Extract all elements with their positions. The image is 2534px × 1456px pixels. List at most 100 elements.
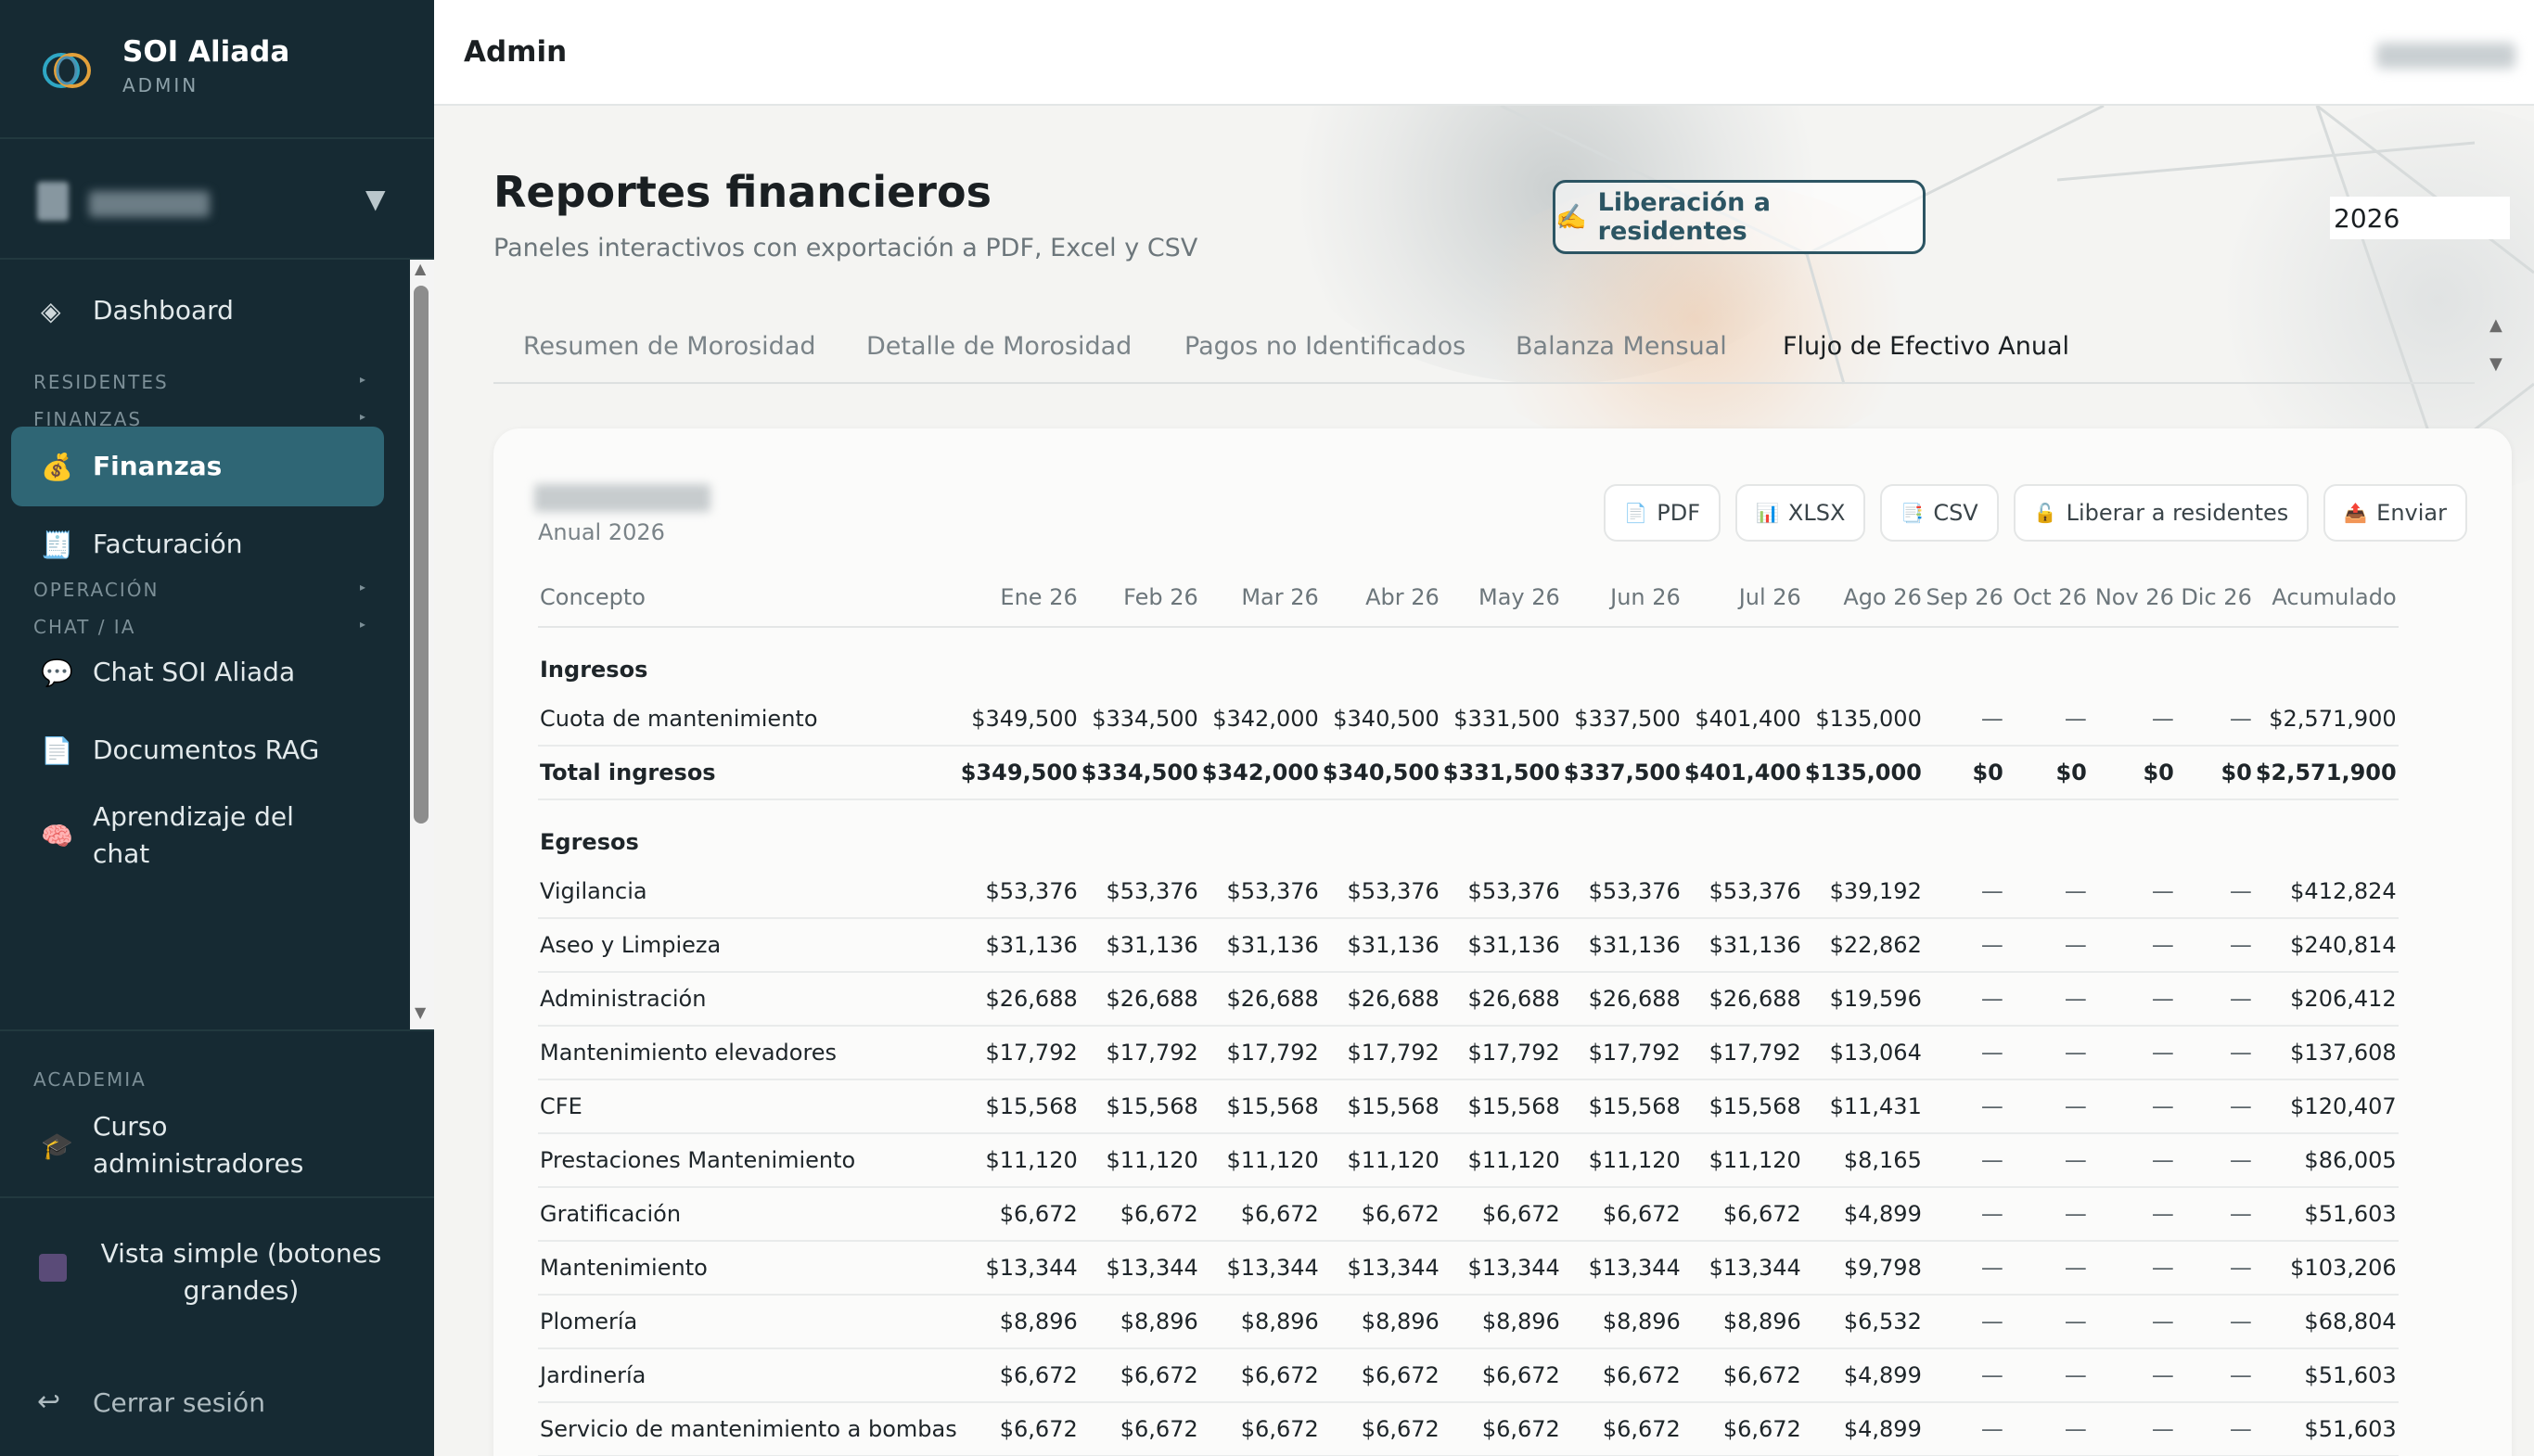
column-header[interactable]: Ene 26 [958, 568, 1080, 628]
sidebar-item-documentos-rag[interactable]: 📄 Documentos RAG [11, 710, 384, 790]
column-header[interactable]: May 26 [1440, 568, 1562, 628]
column-header[interactable]: Abr 26 [1320, 568, 1441, 628]
section-header-row: Ingresos [538, 627, 2399, 692]
table-cell: $31,136 [1079, 918, 1200, 973]
sidebar-item-chat-soi-aliada[interactable]: 💬 Chat SOI Aliada [11, 632, 384, 712]
table-cell: $26,688 [1440, 972, 1562, 1027]
export-csv-button[interactable]: 📑 CSV [1880, 484, 1999, 542]
tab-resumen-de-morosidad[interactable]: Resumen de Morosidad [523, 332, 816, 361]
table-cell: $8,896 [1199, 1295, 1321, 1349]
scroll-down-icon[interactable]: ▼ [2489, 354, 2502, 374]
table-row: CFE $15,568 $15,568 $15,568 $15,568 $15,568 $1… [538, 1079, 2399, 1134]
scroll-down-icon[interactable]: ▼ [415, 1003, 426, 1021]
graduation-cap-icon: 🎓 [41, 1130, 73, 1161]
column-header[interactable]: Jul 26 [1682, 568, 1803, 628]
table-cell: — [2088, 1079, 2176, 1134]
export-button-label: PDF [1657, 500, 1700, 526]
table-cell: $342,000 [1199, 692, 1321, 747]
table-cell: $26,688 [1079, 972, 1200, 1027]
sidebar-item-facturacion[interactable]: 🧾 Facturación [11, 504, 384, 584]
chat-bubble-icon: 💬 [41, 657, 73, 688]
table-cell: $4,899 [1802, 1348, 1924, 1403]
table-cell: — [1923, 692, 2005, 747]
table-cell: $15,568 [1320, 1079, 1441, 1134]
table-cell: — [2175, 1295, 2254, 1349]
export-liberar-a-residentes-button[interactable]: 🔓 Liberar a residentes [2013, 484, 2310, 542]
column-header[interactable]: Nov 26 [2088, 568, 2176, 628]
table-cell: $13,344 [1682, 1241, 1803, 1296]
sidebar-item-dashboard[interactable]: ◈ Dashboard [11, 271, 384, 351]
scroll-up-icon[interactable]: ▲ [2489, 315, 2502, 335]
table-cell: — [2004, 972, 2089, 1027]
table-cell: $240,814 [2253, 918, 2399, 973]
table-cell: $334,500 [1079, 692, 1200, 747]
row-concept: Jardinería [538, 1348, 959, 1403]
table-cell: $8,896 [1440, 1295, 1562, 1349]
tab-flujo-de-efectivo-anual[interactable]: Flujo de Efectivo Anual [1783, 332, 2069, 361]
table-cell: $0 [2175, 745, 2254, 800]
topbar-user-redacted[interactable] [2376, 43, 2515, 69]
table-cell: $2,571,900 [2253, 745, 2399, 800]
tab-detalle-de-morosidad[interactable]: Detalle de Morosidad [866, 332, 1132, 361]
column-header[interactable]: Sep 26 [1923, 568, 2005, 628]
table-cell: $6,672 [1079, 1187, 1200, 1242]
tab-pagos-no-identificados[interactable]: Pagos no Identificados [1184, 332, 1465, 361]
caret-down-icon[interactable]: ▼ [365, 184, 386, 214]
nav-section-residentes[interactable]: RESIDENTES ▸ [33, 371, 367, 393]
sidebar-scrollbar[interactable]: ▲ ▼ [410, 260, 434, 1029]
sidebar-item-curso-administradores[interactable]: 🎓 Curso administradores [11, 1105, 384, 1185]
column-header[interactable]: Oct 26 [2004, 568, 2089, 628]
column-header[interactable]: Jun 26 [1561, 568, 1683, 628]
nav-section-operacion[interactable]: OPERACIÓN ▸ [33, 579, 367, 601]
table-cell: $17,792 [1561, 1026, 1683, 1080]
sidebar-item-finanzas[interactable]: 💰 Finanzas [11, 427, 384, 506]
table-cell: $0 [2004, 745, 2089, 800]
simple-view-button[interactable]: Vista simple (botones grandes) [0, 1196, 434, 1335]
table-cell: $31,136 [1320, 918, 1441, 973]
table-row: Gratificación $6,672 $6,672 $6,672 $6,672 $6,… [538, 1187, 2399, 1242]
table-cell: — [1923, 1241, 2005, 1296]
table-cell: — [2175, 972, 2254, 1027]
export-pdf-button[interactable]: 📄 PDF [1604, 484, 1721, 542]
table-cell: $6,672 [1440, 1402, 1562, 1456]
table-cell: $401,400 [1682, 692, 1803, 747]
tabs-scroll[interactable]: ▲ ▼ [2482, 312, 2515, 386]
table-cell: — [2175, 1133, 2254, 1188]
logout-button[interactable]: ↩ Cerrar sesión [0, 1365, 434, 1439]
column-header[interactable]: Ago 26 [1802, 568, 1924, 628]
tab-balanza-mensual[interactable]: Balanza Mensual [1516, 332, 1727, 361]
table-cell: $15,568 [1199, 1079, 1321, 1134]
page-title: Reportes financieros [493, 167, 992, 217]
table-cell: $15,568 [1440, 1079, 1562, 1134]
scrollbar-thumb[interactable] [414, 286, 429, 824]
table-cell: $39,192 [1802, 864, 1924, 919]
table-cell: $11,120 [958, 1133, 1080, 1188]
sidebar-bottom: ACADEMIA 🎓 Curso administradores Vista s… [0, 1029, 434, 1456]
export-xlsx-button[interactable]: 📊 XLSX [1735, 484, 1866, 542]
logo-icon [43, 53, 91, 88]
table-row: Prestaciones Mantenimiento $11,120 $11,120… [538, 1133, 2399, 1188]
table-cell: $17,792 [1682, 1026, 1803, 1080]
table-cell: $26,688 [1320, 972, 1441, 1027]
column-header[interactable]: Concepto [538, 568, 959, 628]
user-selector[interactable]: ▼ [0, 139, 434, 260]
table-cell: — [1923, 1026, 2005, 1080]
table-row: Mantenimiento $13,344 $13,344 $13,344 $13,34… [538, 1241, 2399, 1296]
writing-hand-icon: ✍️ [1555, 203, 1587, 232]
column-header[interactable]: Mar 26 [1199, 568, 1321, 628]
table-cell: $6,672 [1440, 1348, 1562, 1403]
export-enviar-button[interactable]: 📤 Enviar [2323, 484, 2467, 542]
column-header[interactable]: Dic 26 [2175, 568, 2254, 628]
release-to-residents-button[interactable]: ✍️ Liberación a residentes [1553, 180, 1926, 254]
year-input[interactable] [2330, 197, 2510, 239]
table-cell: $6,672 [1561, 1187, 1683, 1242]
cashflow-table: Concepto Ene 26 Feb 26 Mar 26 Abr 26 May 26 Ju… [538, 568, 2399, 1456]
column-header[interactable]: Acumulado [2253, 568, 2399, 628]
table-cell: $412,824 [2253, 864, 2399, 919]
column-header[interactable]: Feb 26 [1079, 568, 1200, 628]
table-cell: — [1923, 1133, 2005, 1188]
unlock-icon: 🔓 [2033, 502, 2057, 524]
scroll-up-icon[interactable]: ▲ [415, 260, 426, 277]
section-label: Ingresos [540, 657, 648, 683]
sidebar-item-aprendizaje-del-chat[interactable]: 🧠 Aprendizaje del chat [11, 785, 384, 887]
